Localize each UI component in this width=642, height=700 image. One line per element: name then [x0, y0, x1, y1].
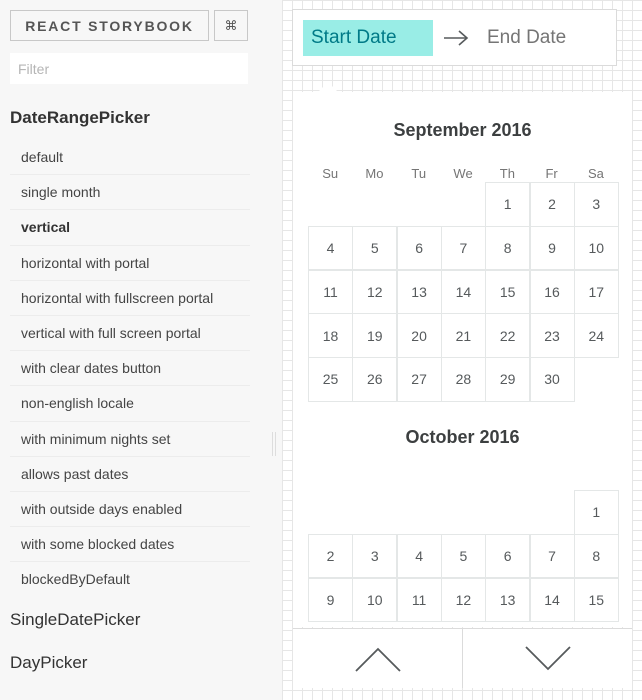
- kind-title-singledatepicker[interactable]: SingleDatePicker: [10, 610, 140, 630]
- calendar-day[interactable]: 6: [485, 533, 531, 579]
- story-item[interactable]: horizontal with fullscreen portal: [10, 279, 250, 315]
- month-title-october: October 2016: [405, 427, 520, 447]
- calendar-day[interactable]: 20: [396, 313, 442, 358]
- weekday-label: Fr: [545, 166, 558, 181]
- story-item[interactable]: with minimum nights set: [10, 420, 250, 456]
- calendar-day[interactable]: 22: [485, 313, 531, 358]
- story-list: default single month vertical horizontal wi…: [10, 139, 250, 596]
- story-item[interactable]: vertical with full screen portal: [10, 314, 250, 350]
- story-item[interactable]: horizontal with portal: [10, 244, 250, 280]
- shortcuts-button[interactable]: ⌘: [214, 10, 248, 41]
- calendar-day[interactable]: 3: [352, 533, 398, 579]
- calendar-day[interactable]: 4: [308, 225, 353, 271]
- story-item[interactable]: allows past dates: [10, 455, 250, 491]
- calendar-day[interactable]: 2: [529, 182, 575, 227]
- resize-handle[interactable]: [272, 432, 276, 456]
- calendar-day[interactable]: 11: [396, 577, 442, 623]
- calendar-day[interactable]: 6: [396, 225, 442, 271]
- sidebar: REACT STORYBOOK ⌘ DateRangePicker defaul…: [0, 0, 272, 700]
- calendar-day[interactable]: 11: [308, 269, 353, 315]
- calendar-day[interactable]: 30: [529, 357, 575, 402]
- calendar-day[interactable]: 12: [352, 269, 398, 315]
- story-item[interactable]: with some blocked dates: [10, 526, 250, 561]
- calendar-day[interactable]: 7: [529, 533, 575, 579]
- calendar-day[interactable]: 9: [308, 577, 353, 623]
- story-item[interactable]: single month: [10, 174, 250, 209]
- story-item[interactable]: with clear dates button: [10, 350, 250, 385]
- calendar-day[interactable]: 23: [529, 313, 575, 358]
- calendar-day[interactable]: 28: [440, 357, 486, 402]
- start-date-input[interactable]: Start Date: [303, 20, 433, 56]
- calendar-day[interactable]: 15: [573, 577, 619, 623]
- calendar-day[interactable]: 21: [440, 313, 486, 358]
- calendar-day[interactable]: 15: [485, 269, 531, 315]
- story-item[interactable]: non-english locale: [10, 385, 250, 420]
- calendar-day[interactable]: 14: [440, 269, 486, 315]
- calendar-day[interactable]: 27: [396, 357, 442, 402]
- calendar-day[interactable]: 5: [352, 225, 398, 271]
- calendar-day[interactable]: 4: [396, 533, 442, 579]
- calendar-day[interactable]: 8: [573, 533, 619, 579]
- calendar-day[interactable]: 14: [529, 577, 575, 623]
- next-month-button[interactable]: [463, 629, 632, 688]
- kind-title-daypicker[interactable]: DayPicker: [10, 653, 87, 673]
- weekday-label: Su: [322, 166, 339, 181]
- calendar-day[interactable]: 29: [485, 357, 531, 402]
- calendar-day[interactable]: 10: [352, 577, 398, 623]
- prev-month-button[interactable]: [293, 629, 463, 688]
- command-icon: ⌘: [224, 17, 238, 33]
- calendar-day[interactable]: 5: [440, 533, 486, 579]
- chevron-down-icon: [524, 645, 571, 670]
- calendar-day[interactable]: 10: [573, 225, 619, 271]
- story-item[interactable]: default: [10, 139, 250, 174]
- calendar-day[interactable]: 3: [573, 182, 619, 227]
- chevron-up-icon: [354, 647, 401, 672]
- calendar-day[interactable]: 19: [352, 313, 398, 358]
- calendar-day[interactable]: 25: [308, 357, 353, 402]
- calendar-day[interactable]: 17: [573, 269, 619, 315]
- arrow-right-icon: [444, 30, 469, 46]
- calendar-day[interactable]: 26: [352, 357, 398, 402]
- calendar-nav-bar: [293, 628, 632, 688]
- kind-title-daterangepicker[interactable]: DateRangePicker: [10, 108, 150, 128]
- story-item[interactable]: blockedByDefault: [10, 561, 250, 596]
- calendar-day[interactable]: 18: [308, 313, 353, 358]
- weekday-label: We: [453, 166, 473, 181]
- calendar-day[interactable]: 1: [485, 182, 531, 227]
- calendar-day[interactable]: 12: [440, 577, 486, 623]
- end-date-input[interactable]: End Date: [487, 20, 566, 56]
- weekday-label: Sa: [587, 166, 604, 181]
- story-item[interactable]: vertical: [10, 209, 250, 244]
- calendar-day[interactable]: 9: [529, 225, 575, 271]
- weekday-label: Mo: [365, 166, 384, 181]
- story-item[interactable]: with outside days enabled: [10, 490, 250, 526]
- weekday-label: Th: [499, 166, 515, 181]
- filter-input[interactable]: [10, 53, 248, 84]
- calendar-day[interactable]: 24: [573, 313, 619, 358]
- calendar-day[interactable]: 7: [440, 225, 486, 271]
- calendar-day[interactable]: 2: [308, 533, 353, 579]
- calendar-day[interactable]: 16: [529, 269, 575, 315]
- calendar-panel: September 2016 Su Mo Tu We Th Fr Sa 1234567891…: [293, 92, 632, 627]
- calendar-day[interactable]: 13: [485, 577, 531, 623]
- calendar-day[interactable]: 13: [396, 269, 442, 315]
- weekday-label: Tu: [411, 166, 427, 181]
- weekday-header: Su Mo Tu We Th Fr Sa: [308, 166, 618, 181]
- calendar-day[interactable]: 8: [485, 225, 531, 271]
- date-range-inputs: Start Date End Date: [292, 9, 617, 66]
- month-title-september: September 2016: [393, 120, 532, 140]
- storybook-title-button[interactable]: REACT STORYBOOK: [10, 10, 209, 41]
- calendar-day[interactable]: 1: [573, 490, 619, 535]
